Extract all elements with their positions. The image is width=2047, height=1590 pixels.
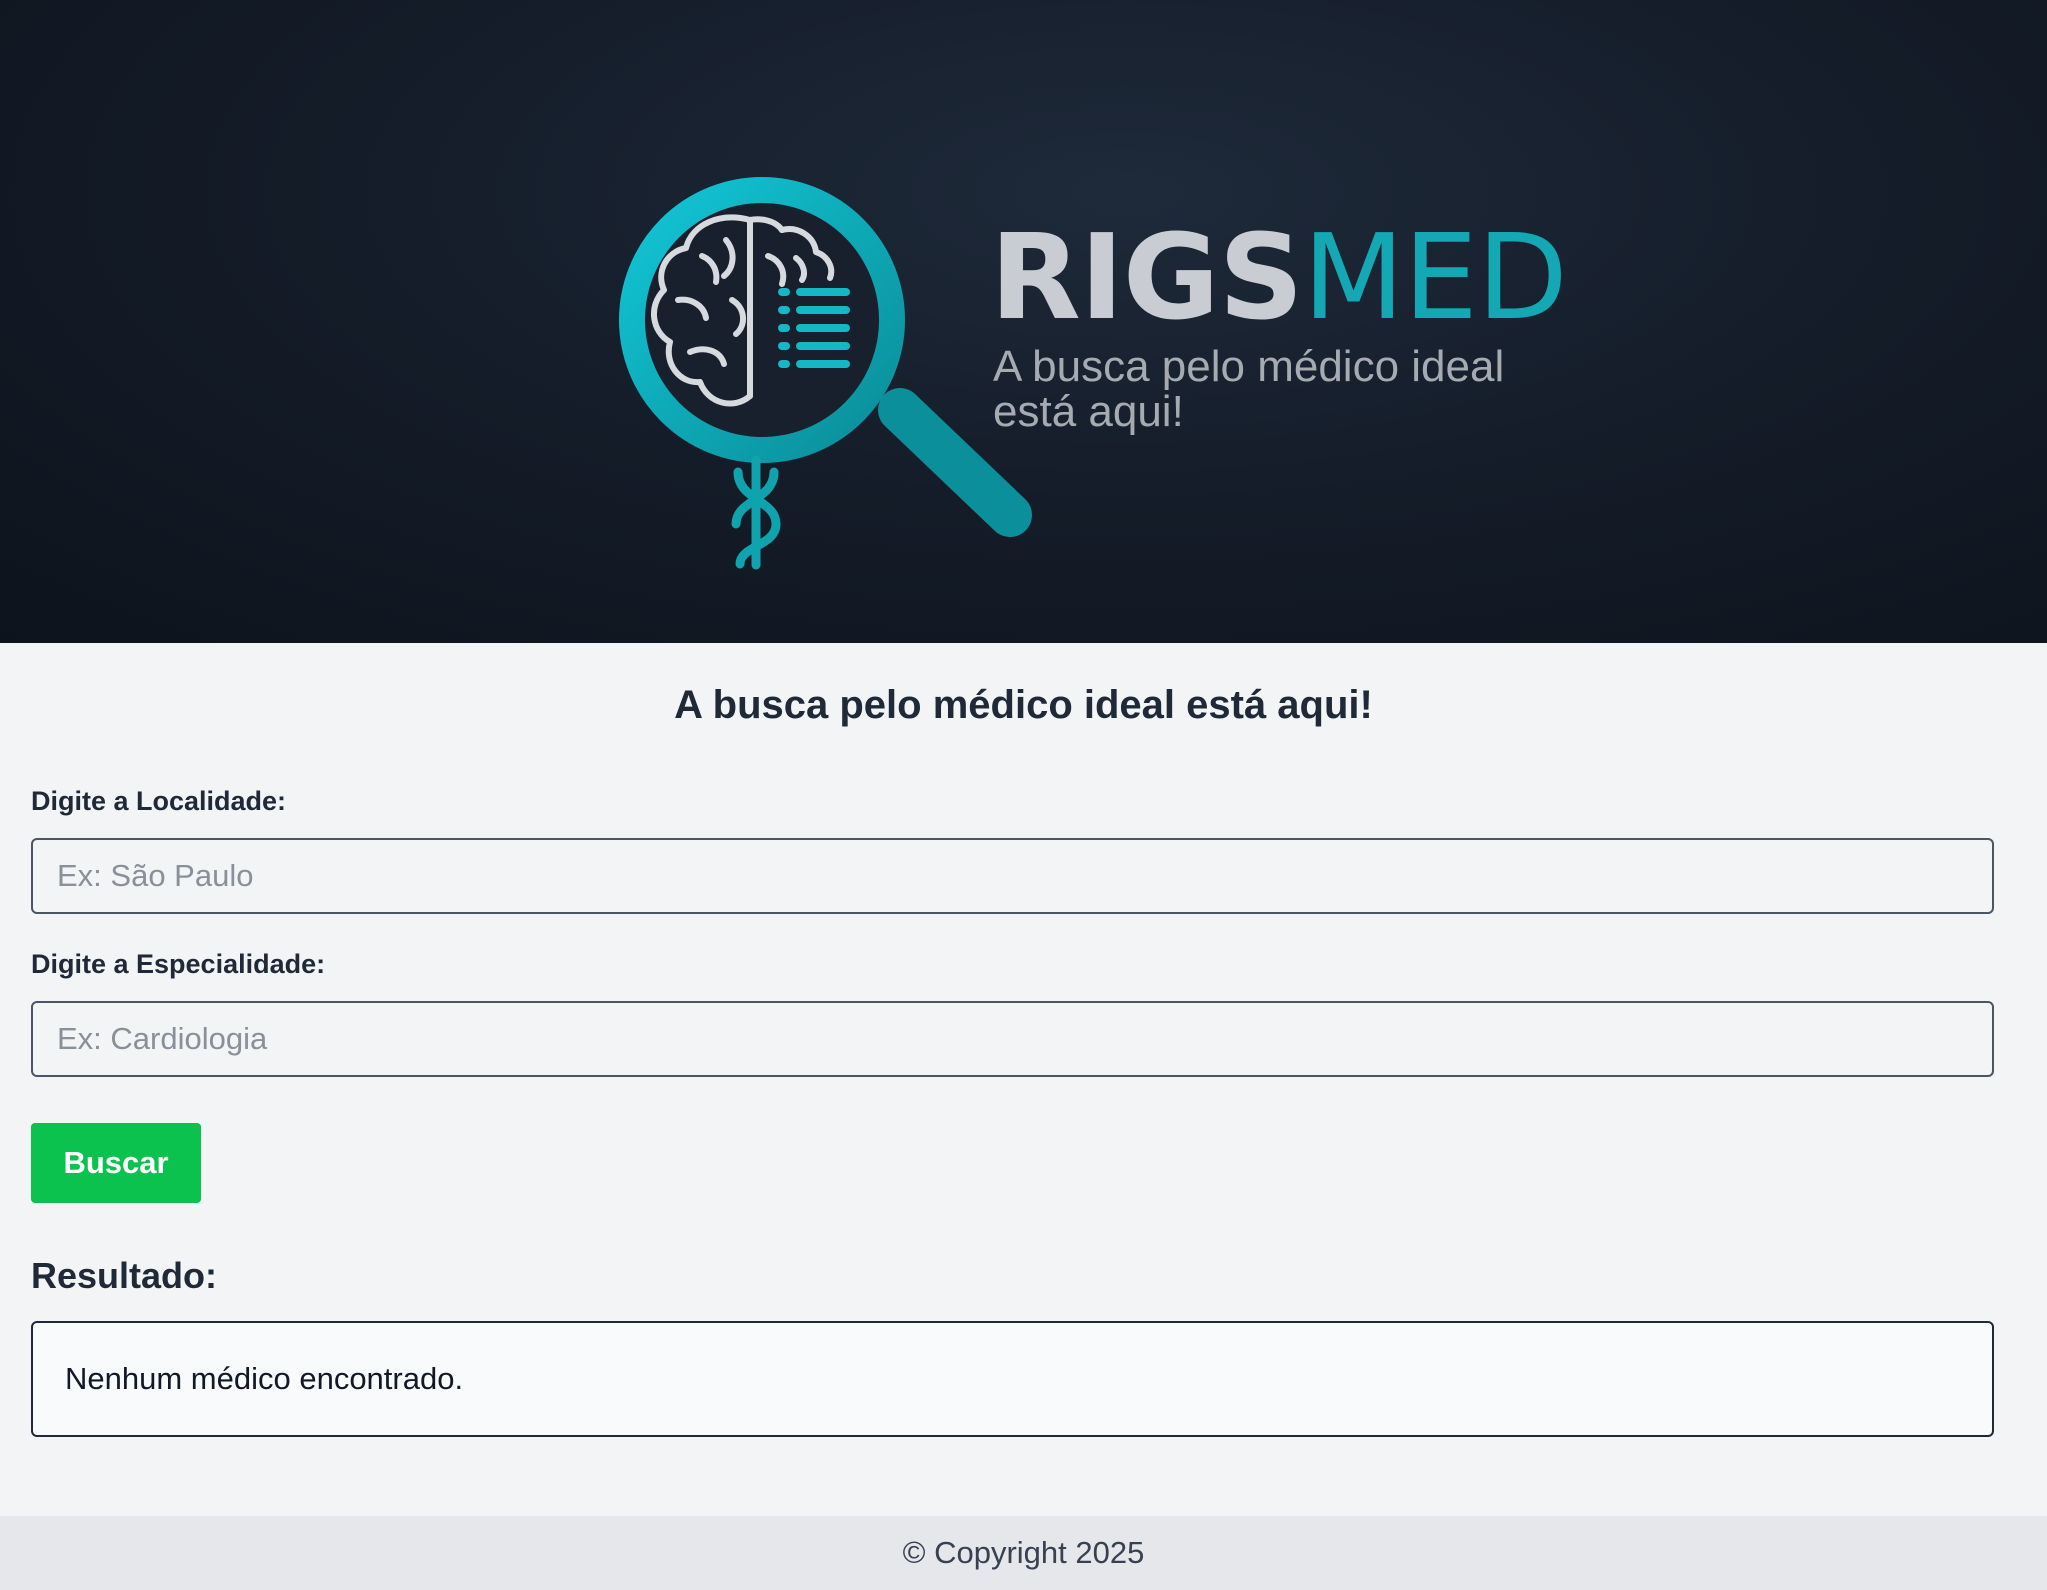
brand-name-part2: MED [1302, 208, 1568, 346]
location-label: Digite a Localidade: [31, 786, 287, 816]
brand-tagline: A busca pelo médico ideal está aqui! [993, 344, 1553, 434]
brand-tagline-line1: A busca pelo médico ideal [993, 342, 1505, 391]
specialty-input[interactable] [31, 1001, 1994, 1077]
brand-name-part1: RIGS [990, 208, 1304, 346]
result-heading: Resultado: [31, 1255, 218, 1296]
copyright-text: © Copyright 2025 [902, 1535, 1145, 1570]
location-input[interactable] [31, 838, 1994, 914]
search-button[interactable]: Buscar [31, 1123, 201, 1203]
hero-banner: RIGSMED A busca pelo médico ideal está a… [0, 0, 2047, 643]
magnifier-brain-caduceus-icon [619, 177, 1032, 570]
result-text: Nenhum médico encontrado. [65, 1361, 464, 1396]
footer: © Copyright 2025 [0, 1516, 2047, 1590]
brand-name: RIGSMED [990, 218, 1568, 336]
brand-tagline-line2: está aqui! [993, 387, 1184, 436]
specialty-label: Digite a Especialidade: [31, 949, 326, 979]
page-title: A busca pelo médico ideal está aqui! [674, 683, 1373, 727]
result-box: Nenhum médico encontrado. [31, 1321, 1994, 1437]
